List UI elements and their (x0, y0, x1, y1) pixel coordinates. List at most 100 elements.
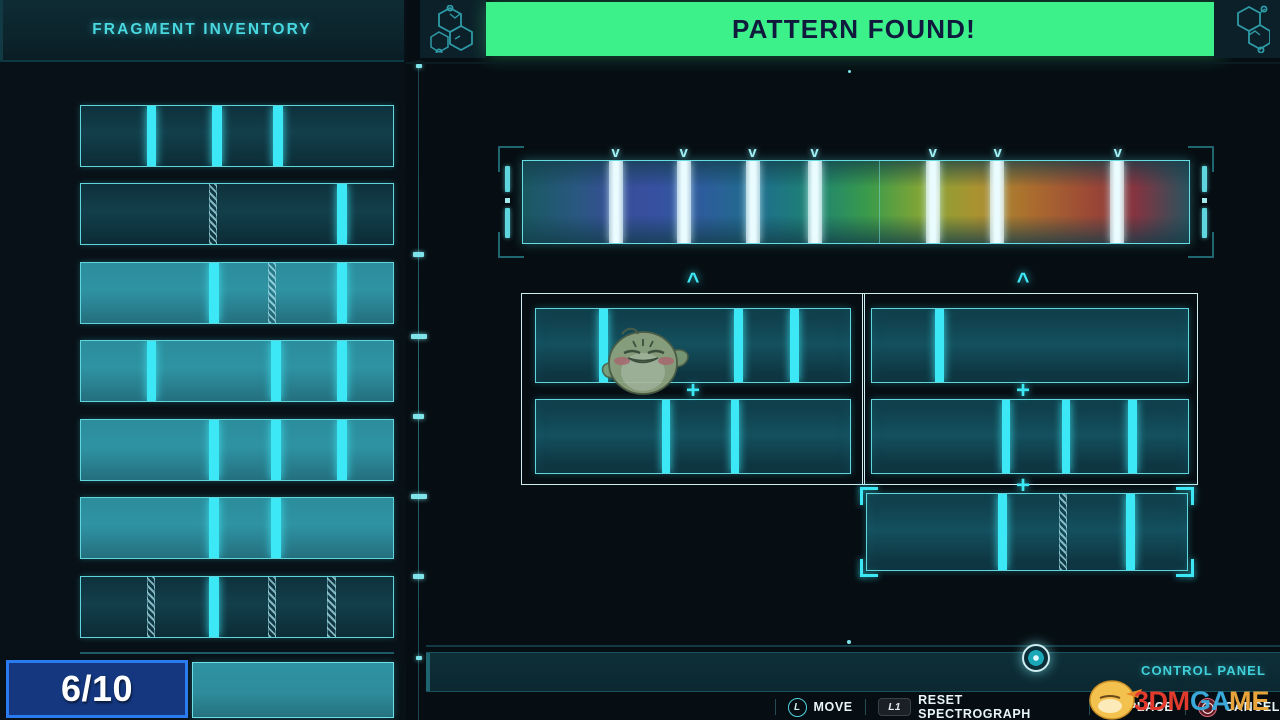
spectrum-marker-chevron: v (679, 144, 688, 161)
divider-tick (413, 414, 424, 419)
fragment-item[interactable] (80, 419, 394, 481)
fragment-band (336, 420, 347, 480)
spectrum-marker-chevron: v (611, 144, 620, 161)
bracket-right (1188, 146, 1214, 258)
fragment-band (208, 420, 219, 480)
fragment-item[interactable] (80, 262, 394, 324)
divider-tick (413, 574, 424, 579)
fragment-band (336, 263, 347, 323)
inventory-preview-slot[interactable] (192, 662, 394, 718)
fragment-band (271, 420, 282, 480)
spectrum-readout[interactable] (522, 160, 1190, 244)
divider-tick (413, 252, 424, 257)
watermark-text-3: ME (1229, 686, 1270, 716)
target-orb-icon[interactable] (1022, 644, 1050, 672)
hint-move-label: MOVE (813, 700, 853, 714)
fragment-band (212, 106, 222, 166)
fragment-band (146, 106, 157, 166)
fragment-band-hatched (268, 577, 277, 637)
spectrograph-puzzle-screen: FRAGMENT INVENTORY 6/10 PATTERN FOUND! v… (0, 0, 1280, 720)
assembly-slot-3[interactable] (871, 308, 1189, 383)
assembly-slot-selected[interactable] (866, 493, 1188, 571)
fragment-band-hatched (208, 184, 218, 244)
fragment-band (208, 498, 219, 558)
spectrum-marker-chevron: v (928, 144, 937, 161)
fragment-fill (81, 498, 393, 558)
fragment-list (0, 62, 404, 648)
panel-divider (411, 62, 427, 720)
l1-shoulder-icon: L1 (877, 698, 912, 716)
fragment-band (336, 184, 347, 244)
molecule-hexagon-icon-left (420, 0, 486, 58)
control-panel-dot (847, 640, 851, 644)
assembly-slot-2[interactable] (535, 399, 851, 474)
selection-corner-bracket (860, 559, 878, 577)
absorption-line (677, 161, 692, 243)
divider-tick (416, 64, 422, 68)
fragment-band (336, 341, 347, 401)
hint-reset[interactable]: L1 RESET SPECTROGRAPH (877, 693, 1077, 720)
watermark-text-2: GA (1190, 686, 1231, 716)
top-bar: PATTERN FOUND! (406, 0, 1280, 62)
assembly-band-hatched (1059, 494, 1067, 570)
fragment-item[interactable] (80, 105, 394, 167)
selection-corner-bracket (860, 487, 878, 505)
divider-tick (411, 494, 427, 499)
fragment-fill (81, 577, 393, 637)
absorption-line (1110, 161, 1125, 243)
bird-mascot-cursor (588, 308, 700, 400)
spectrum-marker-chevron: v (993, 144, 1002, 161)
spectrum-divider (879, 161, 881, 243)
counter-row: 6/10 (0, 654, 406, 720)
hint-move[interactable]: L MOVE (787, 697, 853, 717)
assembly-band (998, 494, 1008, 570)
inventory-header: FRAGMENT INVENTORY (0, 0, 404, 62)
fragment-item[interactable] (80, 340, 394, 402)
absorption-line (990, 161, 1005, 243)
selection-corner-bracket (1176, 487, 1194, 505)
hint-separator (864, 699, 866, 715)
absorption-line (807, 161, 822, 243)
assembly-band (1127, 400, 1137, 473)
fragment-band-hatched (146, 577, 155, 637)
fragment-item[interactable] (80, 183, 394, 245)
hint-reset-label: RESET SPECTROGRAPH (918, 693, 1031, 720)
selection-corner-bracket (1176, 559, 1194, 577)
fragment-counter-value: 6/10 (60, 668, 134, 709)
fragment-item[interactable] (80, 497, 394, 559)
assembly-band (790, 309, 800, 382)
fragment-counter-badge: 6/10 (6, 660, 188, 718)
assembly-band (1061, 400, 1071, 473)
absorption-line (925, 161, 940, 243)
left-stick-icon: L (787, 697, 807, 717)
fragment-band (272, 106, 283, 166)
fragment-item[interactable] (80, 576, 394, 638)
spectrum-marker-chevron: v (748, 144, 757, 161)
watermark-text-1: 3DM (1134, 686, 1190, 716)
site-watermark: 3DM GA ME (1086, 678, 1280, 720)
inventory-title: FRAGMENT INVENTORY (92, 21, 312, 38)
assembly-slot-4[interactable] (871, 399, 1189, 474)
control-panel-edge (426, 653, 430, 691)
fragment-band (271, 341, 282, 401)
banner-text: PATTERN FOUND! (731, 13, 977, 44)
divider-tick (416, 656, 422, 660)
fragment-band (271, 498, 282, 558)
fragment-inventory-panel: FRAGMENT INVENTORY 6/10 (0, 0, 406, 720)
bracket-left (498, 146, 524, 258)
hint-separator (774, 699, 776, 715)
assembly-band (733, 309, 743, 382)
molecule-hexagon-icon-right (1214, 0, 1280, 58)
top-bar-underline (406, 62, 1280, 64)
group-caret-icon: ^ (686, 268, 700, 293)
group-caret-icon: ^ (1016, 268, 1030, 293)
fragment-fill (81, 106, 393, 166)
absorption-line (609, 161, 624, 243)
assembly-band (1001, 400, 1011, 473)
absorption-line (745, 161, 760, 243)
assembly-band (730, 400, 740, 473)
assembly-band (661, 400, 671, 473)
assembly-band (1126, 494, 1136, 570)
assembly-band (935, 309, 945, 382)
spectrum-marker-chevron: v (810, 144, 819, 161)
